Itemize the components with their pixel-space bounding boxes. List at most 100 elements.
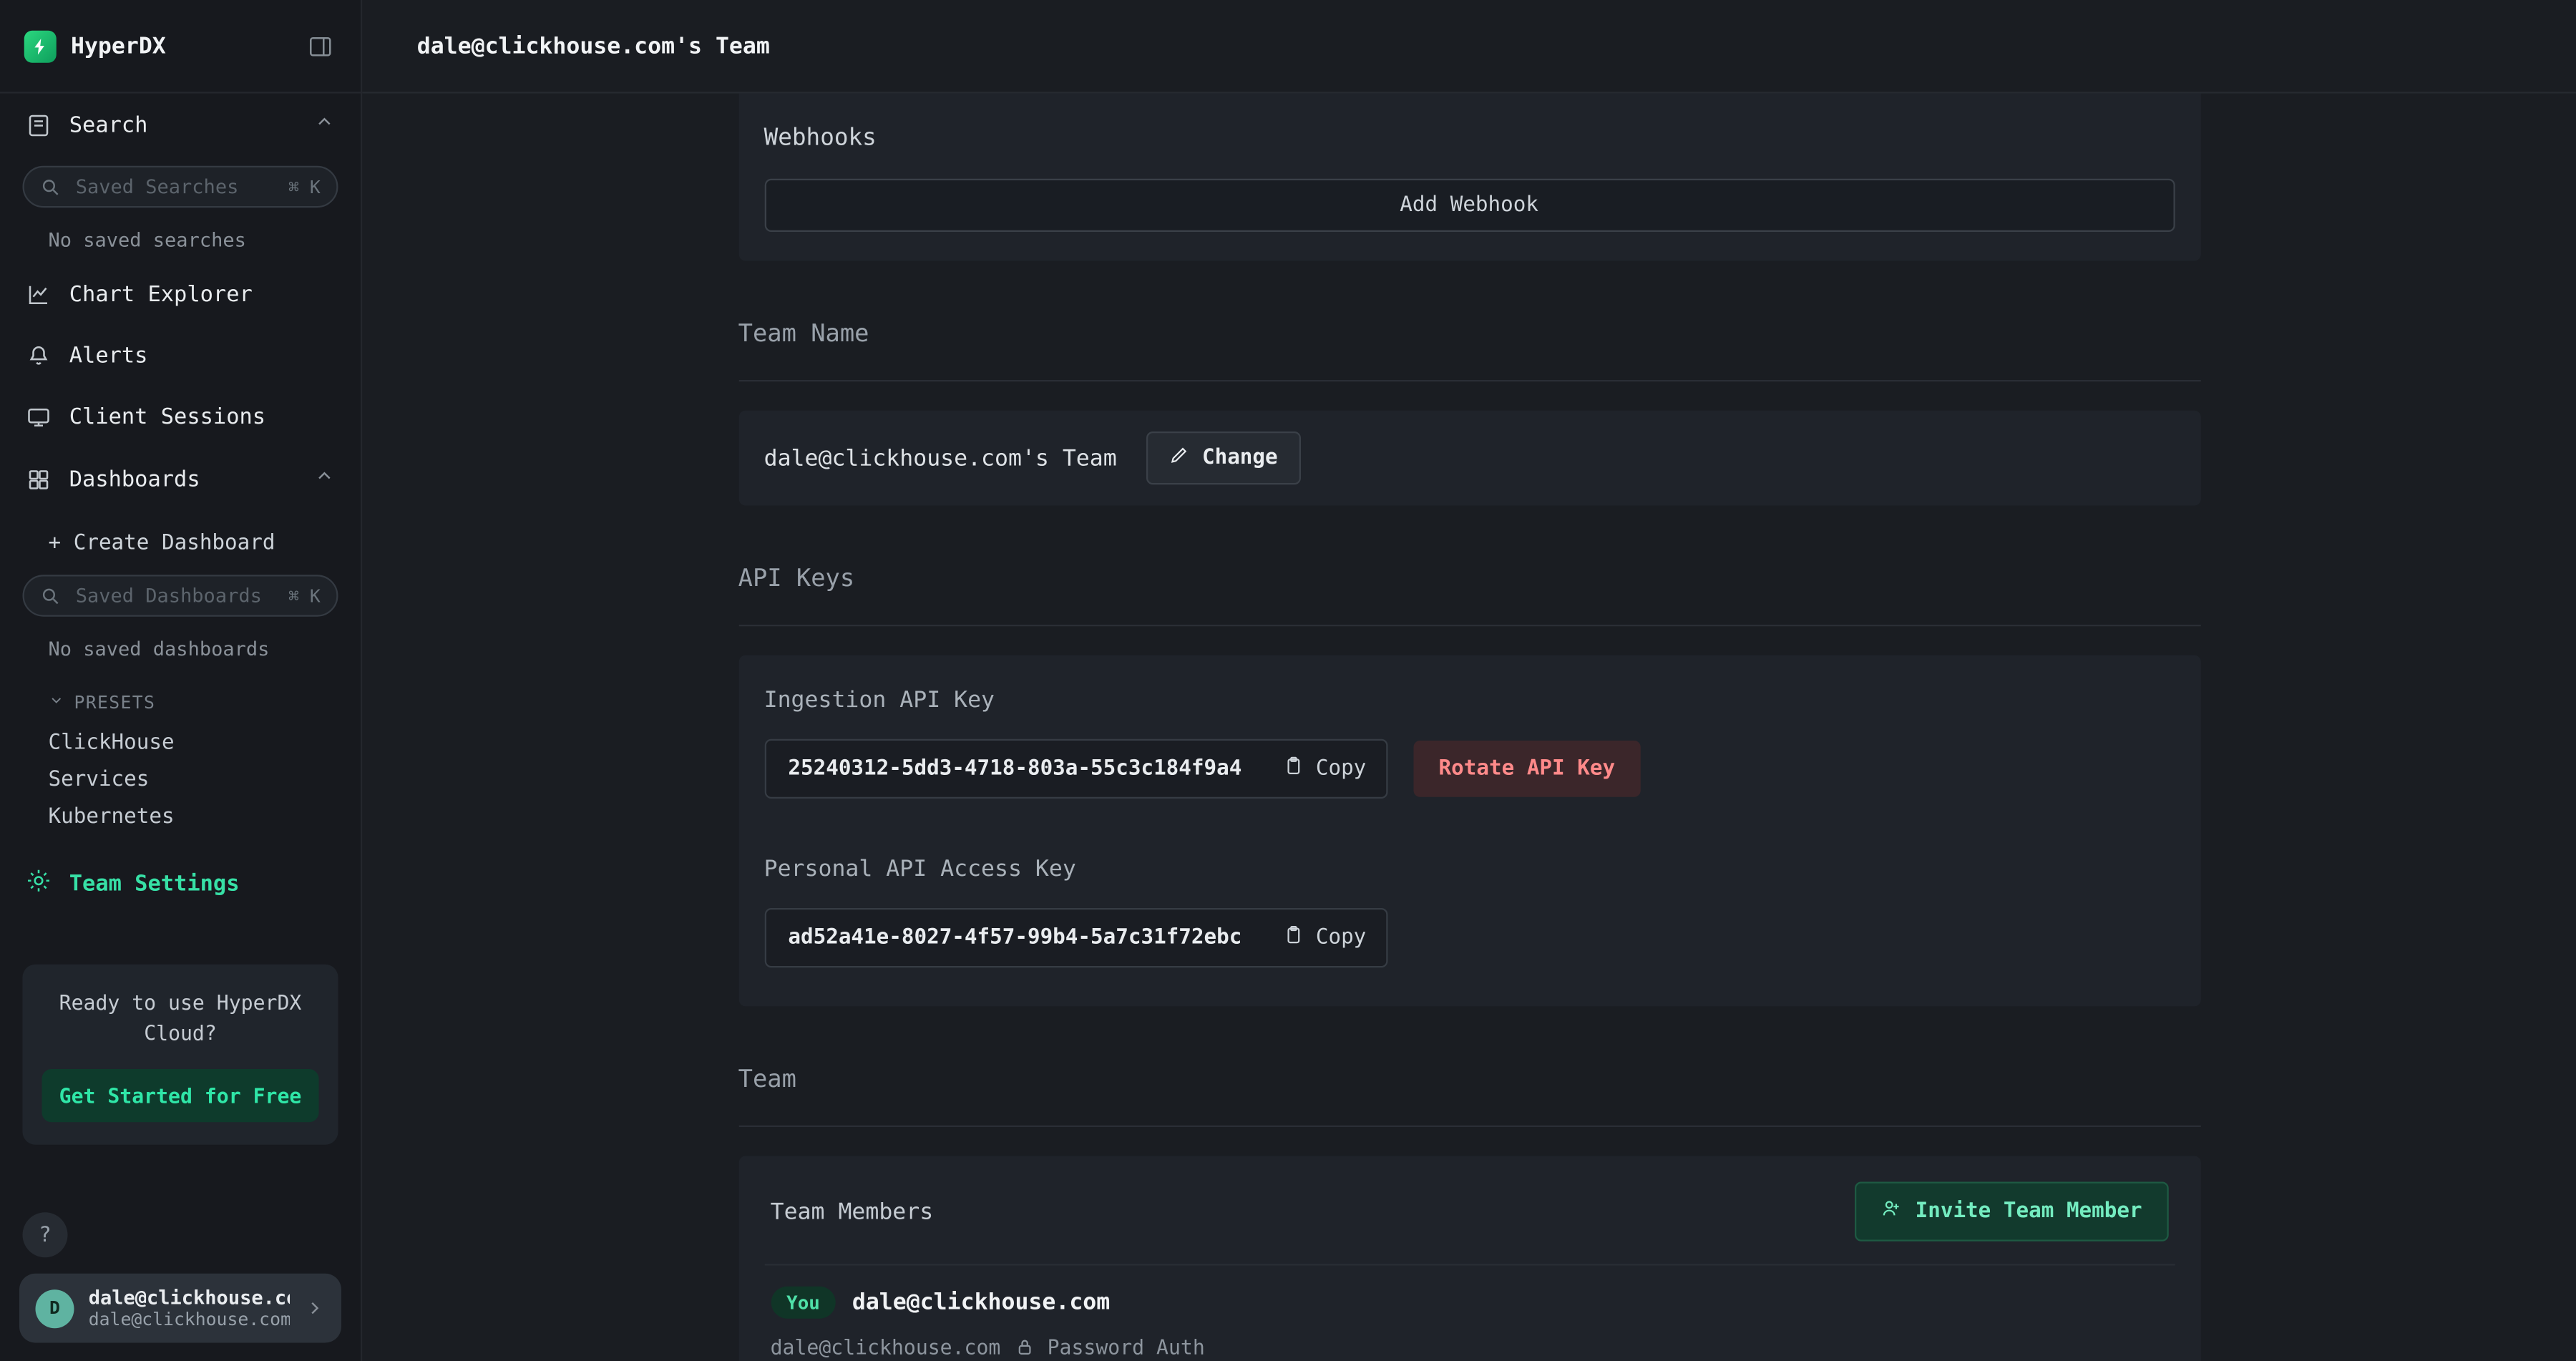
personal-key-label: Personal API Access Key <box>764 857 2175 882</box>
search-section-icon <box>26 112 52 137</box>
you-badge: You <box>771 1287 836 1319</box>
preset-item-clickhouse[interactable]: ClickHouse <box>0 725 361 762</box>
presets-toggle[interactable]: PRESETS <box>0 673 361 725</box>
hyperdx-logo-icon <box>24 30 57 62</box>
dashboards-grid-icon <box>26 466 52 492</box>
chart-explorer-icon <box>26 282 52 308</box>
ingestion-key-value: 25240312-5dd3-4718-803a-55c3c184f9a4 <box>766 742 1264 795</box>
sidebar-item-label: Chart Explorer <box>69 282 335 308</box>
lock-icon <box>1013 1337 1034 1357</box>
page-title: dale@clickhouse.com's Team <box>417 33 770 59</box>
brand: HyperDX <box>24 30 166 62</box>
section-divider <box>738 380 2200 381</box>
sidebar-item-label: Alerts <box>69 343 335 369</box>
user-team-name: dale@clickhouse.com's <box>89 1309 290 1330</box>
team-members-title: Team Members <box>771 1199 934 1224</box>
create-dashboard-button[interactable]: + Create Dashboard <box>0 510 361 565</box>
change-team-name-button[interactable]: Change <box>1146 431 1300 484</box>
webhooks-card: Webhooks Add Webhook <box>738 94 2200 261</box>
sidebar-section-search[interactable]: Search <box>0 94 361 157</box>
sidebar-item-chart-explorer[interactable]: Chart Explorer <box>0 264 361 326</box>
add-webhook-button[interactable]: Add Webhook <box>764 179 2175 232</box>
personal-key-value: ad52a41e-8027-4f57-99b4-5a7c31f72ebc <box>766 912 1264 965</box>
saved-dashboards-search[interactable]: ⌘ K <box>23 575 338 617</box>
avatar: D <box>36 1289 74 1327</box>
saved-dashboards-shortcut: ⌘ K <box>288 585 321 606</box>
chevron-up-icon[interactable] <box>314 111 335 138</box>
pencil-icon <box>1169 444 1189 472</box>
member-identity: You dale@clickhouse.com <box>771 1287 2168 1319</box>
ingestion-key-box: 25240312-5dd3-4718-803a-55c3c184f9a4 Cop… <box>764 739 1387 799</box>
saved-searches-input[interactable] <box>72 174 277 200</box>
copy-button-label: Copy <box>1316 757 1366 781</box>
personal-key-row: ad52a41e-8027-4f57-99b4-5a7c31f72ebc Cop… <box>764 908 2175 967</box>
ingestion-key-label: Ingestion API Key <box>764 688 2175 713</box>
brand-name: HyperDX <box>71 33 166 59</box>
sidebar-item-label: Client Sessions <box>69 404 335 430</box>
preset-item-kubernetes[interactable]: Kubernetes <box>0 799 361 836</box>
webhooks-title: Webhooks <box>764 126 2175 152</box>
monitor-icon <box>26 404 52 430</box>
chevron-up-icon[interactable] <box>314 465 335 492</box>
member-auth-method: Password Auth <box>1048 1335 1205 1359</box>
sidebar-header: HyperDX <box>0 0 361 94</box>
clipboard-icon <box>1284 925 1304 952</box>
saved-searches-shortcut: ⌘ K <box>288 176 321 197</box>
user-name: dale@clickhouse.com <box>89 1287 290 1309</box>
saved-dashboards-input[interactable] <box>72 583 277 609</box>
copy-ingestion-key-button[interactable]: Copy <box>1264 741 1385 797</box>
search-section-label: Search <box>69 112 296 137</box>
main-area: dale@clickhouse.com's Team Webhooks Add … <box>362 0 2576 1361</box>
cloud-promo-card: Ready to use HyperDX Cloud? Get Started … <box>23 965 338 1144</box>
search-icon <box>40 176 61 197</box>
ingestion-key-row: 25240312-5dd3-4718-803a-55c3c184f9a4 Cop… <box>764 739 2175 799</box>
sidebar-item-client-sessions[interactable]: Client Sessions <box>0 386 361 448</box>
copy-button-label: Copy <box>1316 926 1366 950</box>
team-members-card: Team Members Invite Team Member You dale… <box>738 1156 2200 1361</box>
copy-personal-key-button[interactable]: Copy <box>1264 909 1385 966</box>
person-plus-icon <box>1880 1198 1901 1225</box>
team-name-card: dale@clickhouse.com's Team Change <box>738 411 2200 506</box>
sidebar-item-alerts[interactable]: Alerts <box>0 326 361 387</box>
promo-text: Ready to use HyperDX Cloud? <box>42 987 319 1049</box>
sidebar-item-dashboards[interactable]: Dashboards <box>0 448 361 511</box>
sidebar-item-label: Dashboards <box>69 466 296 492</box>
api-keys-section-title: API Keys <box>738 564 2200 593</box>
clipboard-icon <box>1284 755 1304 782</box>
sidebar: HyperDX Search ⌘ K No saved searches <box>0 0 362 1361</box>
saved-searches-search[interactable]: ⌘ K <box>23 166 338 208</box>
sidebar-collapse-icon[interactable] <box>304 30 336 62</box>
help-button[interactable]: ? <box>23 1212 68 1257</box>
team-name-section-title: Team Name <box>738 319 2200 348</box>
chevron-right-icon <box>304 1298 325 1319</box>
user-menu[interactable]: D dale@clickhouse.com dale@clickhouse.co… <box>19 1274 341 1343</box>
team-member-row: You dale@clickhouse.com dale@clickhouse.… <box>764 1264 2175 1361</box>
presets-label: PRESETS <box>74 693 156 713</box>
invite-team-member-button[interactable]: Invite Team Member <box>1854 1182 2168 1242</box>
change-button-label: Change <box>1202 446 1278 470</box>
invite-button-label: Invite Team Member <box>1916 1199 2142 1224</box>
search-icon <box>40 585 61 606</box>
page-header: dale@clickhouse.com's Team <box>362 0 2576 94</box>
get-started-button[interactable]: Get Started for Free <box>42 1068 319 1121</box>
section-divider <box>738 1126 2200 1127</box>
rotate-api-key-button[interactable]: Rotate API Key <box>1413 741 1641 797</box>
no-saved-searches-text: No saved searches <box>0 208 361 264</box>
personal-key-box: ad52a41e-8027-4f57-99b4-5a7c31f72ebc Cop… <box>764 908 1387 967</box>
chevron-down-icon <box>49 693 65 713</box>
user-meta: dale@clickhouse.com dale@clickhouse.com'… <box>89 1287 290 1330</box>
team-settings-label: Team Settings <box>69 871 240 897</box>
gear-icon <box>26 868 52 900</box>
team-section-title: Team <box>738 1064 2200 1093</box>
api-keys-card: Ingestion API Key 25240312-5dd3-4718-803… <box>738 655 2200 1007</box>
settings-content: Webhooks Add Webhook Team Name dale@clic… <box>362 94 2576 1361</box>
preset-item-services[interactable]: Services <box>0 761 361 799</box>
member-name: dale@clickhouse.com <box>852 1289 1110 1315</box>
team-name-value: dale@clickhouse.com's Team <box>764 445 1117 471</box>
no-saved-dashboards-text: No saved dashboards <box>0 617 361 673</box>
section-divider <box>738 625 2200 626</box>
sidebar-item-team-settings[interactable]: Team Settings <box>0 845 361 922</box>
member-details: dale@clickhouse.com Password Auth <box>771 1335 2168 1359</box>
sidebar-bottom: ? D dale@clickhouse.com dale@clickhouse.… <box>0 1212 361 1361</box>
app-window: HyperDX Search ⌘ K No saved searches <box>0 0 2576 1361</box>
